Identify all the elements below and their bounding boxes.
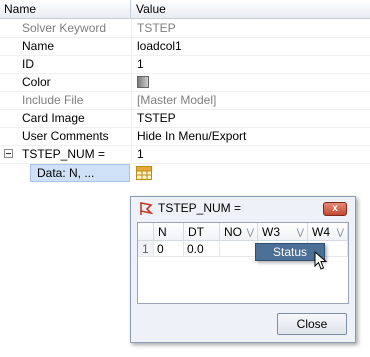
row-solver-keyword[interactable]: Solver Keyword TSTEP (0, 19, 370, 38)
property-value[interactable]: 1 (137, 55, 144, 73)
property-name: User Comments (22, 129, 109, 143)
mouse-cursor-icon (314, 251, 328, 270)
color-swatch[interactable] (137, 76, 149, 88)
property-value[interactable]: Hide In Menu/Export (137, 127, 246, 145)
row-tstep-num[interactable]: TSTEP_NUM = 1 (0, 145, 370, 164)
property-name: ID (22, 57, 34, 71)
property-name: Card Image (22, 111, 85, 125)
property-value[interactable]: 1 (137, 145, 144, 163)
name-column-header[interactable]: Name (0, 0, 131, 18)
chevron-down-icon[interactable]: ⋁ (337, 223, 344, 241)
column-header-label: W4 (312, 225, 330, 239)
dialog-close-x-button[interactable]: x (323, 202, 347, 216)
property-name: TSTEP_NUM = (22, 147, 106, 161)
value-column-header[interactable]: Value (131, 0, 166, 18)
dialog-title: TSTEP_NUM = (158, 201, 242, 215)
column-header-n[interactable]: N (154, 223, 184, 241)
data-cell[interactable]: Data: N, ... (30, 164, 130, 182)
chevron-down-icon[interactable]: ⋁ (247, 223, 254, 241)
table-edit-icon[interactable] (136, 166, 152, 180)
column-header-label: W3 (262, 225, 280, 239)
property-value[interactable]: loadcol1 (137, 37, 182, 55)
property-name: Name (22, 39, 55, 53)
row-user-comments[interactable]: User Comments Hide In Menu/Export (0, 127, 370, 146)
property-value[interactable]: TSTEP (137, 109, 176, 127)
flag-icon (140, 202, 153, 215)
grid-header: Name Value (0, 0, 370, 19)
dialog-titlebar[interactable]: TSTEP_NUM = x (131, 197, 355, 221)
chevron-down-icon[interactable]: ⋁ (297, 223, 304, 241)
row-index-header (138, 223, 154, 241)
property-value: TSTEP (137, 21, 176, 35)
property-value: [Master Model] (137, 93, 217, 107)
row-color[interactable]: Color (0, 73, 370, 92)
column-header-dt[interactable]: DT (184, 223, 220, 241)
column-header-label: NO (224, 225, 242, 239)
row-name[interactable]: Name loadcol1 (0, 37, 370, 56)
row-id[interactable]: ID 1 (0, 55, 370, 74)
column-header-w3[interactable]: W3 ⋁ (258, 223, 308, 241)
column-header-no[interactable]: NO ⋁ (220, 223, 258, 241)
row-card-image[interactable]: Card Image TSTEP (0, 109, 370, 128)
table-cell[interactable]: 0 (154, 241, 184, 257)
table-cell[interactable]: 0.0 (184, 241, 220, 257)
table-dialog: TSTEP_NUM = x N DT NO ⋁ W3 ⋁ W4 ⋁ 1 0 0.… (130, 196, 356, 343)
collapse-toggle[interactable] (4, 149, 13, 158)
row-index: 1 (138, 241, 154, 257)
table-cell[interactable] (220, 241, 258, 257)
property-name: Include File (22, 93, 84, 107)
property-name: Solver Keyword (22, 21, 107, 35)
property-name: Color (22, 75, 51, 89)
column-header-w4[interactable]: W4 ⋁ (308, 223, 348, 241)
row-include-file[interactable]: Include File [Master Model] (0, 91, 370, 110)
close-button[interactable]: Close (277, 313, 347, 335)
